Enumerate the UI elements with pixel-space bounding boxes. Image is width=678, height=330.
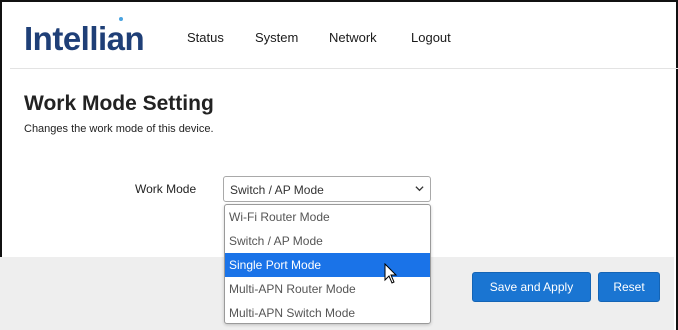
work-mode-selected-value: Switch / AP Mode — [230, 183, 324, 197]
page-title: Work Mode Setting — [24, 92, 214, 115]
nav-network[interactable]: Network — [329, 30, 377, 45]
option-single-port-mode[interactable]: Single Port Mode — [225, 253, 430, 277]
logo-dot-icon — [119, 17, 123, 21]
work-mode-select[interactable]: Switch / AP Mode — [223, 176, 431, 202]
option-multi-apn-router-mode[interactable]: Multi-APN Router Mode — [225, 277, 430, 301]
option-switch-ap-mode[interactable]: Switch / AP Mode — [225, 229, 430, 253]
page-subtitle: Changes the work mode of this device. — [24, 123, 214, 135]
nav-logout[interactable]: Logout — [411, 30, 451, 45]
mouse-cursor-icon — [384, 263, 398, 284]
reset-button[interactable]: Reset — [598, 272, 660, 302]
brand-logo: Intellian — [24, 20, 145, 57]
work-mode-dropdown-list: Wi-Fi Router Mode Switch / AP Mode Singl… — [224, 204, 431, 324]
nav-status[interactable]: Status — [187, 30, 224, 45]
option-wifi-router-mode[interactable]: Wi-Fi Router Mode — [225, 205, 430, 229]
option-multi-apn-switch-mode[interactable]: Multi-APN Switch Mode — [225, 301, 430, 323]
chevron-down-icon — [415, 186, 424, 192]
save-and-apply-button[interactable]: Save and Apply — [472, 272, 591, 302]
nav-system[interactable]: System — [255, 30, 298, 45]
work-mode-label: Work Mode — [135, 182, 197, 196]
